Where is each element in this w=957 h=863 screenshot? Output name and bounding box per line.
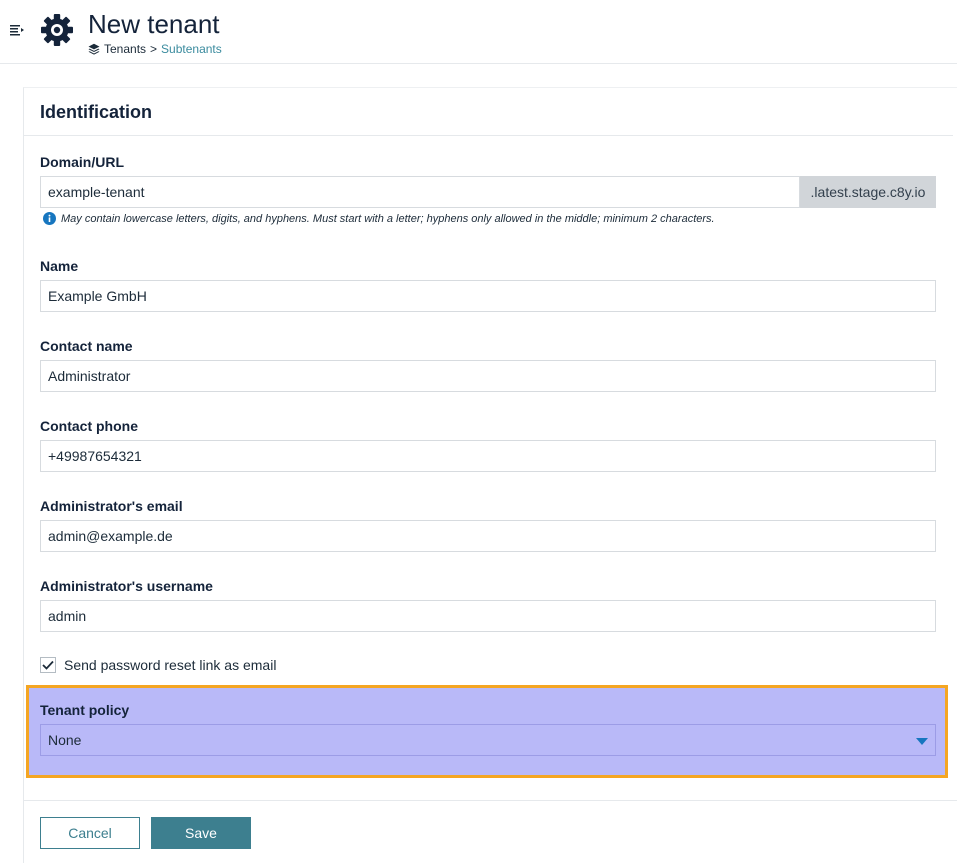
- send-reset-label: Send password reset link as email: [64, 657, 277, 673]
- admin-username-label: Administrator's username: [40, 578, 213, 594]
- admin-email-input[interactable]: [40, 520, 936, 552]
- admin-username-input[interactable]: [40, 600, 936, 632]
- breadcrumb-current[interactable]: Subtenants: [161, 42, 222, 56]
- admin-email-label: Administrator's email: [40, 498, 183, 514]
- caret-down-icon: [916, 738, 928, 745]
- check-icon: [42, 660, 54, 670]
- domain-help-text: May contain lowercase letters, digits, a…: [61, 212, 715, 225]
- name-input[interactable]: [40, 280, 936, 312]
- domain-label: Domain/URL: [40, 154, 124, 170]
- name-label: Name: [40, 258, 79, 274]
- page-title: New tenant: [88, 9, 220, 39]
- domain-help: May contain lowercase letters, digits, a…: [43, 212, 715, 225]
- tenant-policy-select[interactable]: None: [40, 724, 936, 756]
- cancel-button[interactable]: Cancel: [40, 817, 140, 849]
- breadcrumb-separator: >: [150, 42, 158, 56]
- tenant-policy-value: None: [48, 732, 82, 748]
- gear-icon: [41, 14, 73, 46]
- contact-phone-input[interactable]: [40, 440, 936, 472]
- card-divider: [24, 135, 953, 136]
- save-button[interactable]: Save: [151, 817, 251, 849]
- send-reset-row[interactable]: Send password reset link as email: [40, 657, 276, 673]
- contact-phone-label: Contact phone: [40, 418, 138, 434]
- send-reset-checkbox[interactable]: [40, 657, 56, 673]
- breadcrumb: Tenants > Subtenants: [88, 42, 222, 56]
- layers-icon: [88, 43, 100, 55]
- domain-suffix: .latest.stage.c8y.io: [800, 176, 936, 208]
- domain-input[interactable]: [40, 176, 800, 208]
- breadcrumb-root[interactable]: Tenants: [104, 42, 146, 56]
- card-title: Identification: [40, 102, 152, 122]
- footer-divider: [24, 800, 957, 801]
- page-header: New tenant Tenants > Subtenants: [0, 0, 957, 64]
- tenant-policy-label: Tenant policy: [40, 702, 130, 718]
- contact-name-input[interactable]: [40, 360, 936, 392]
- menu-toggle-icon[interactable]: [9, 22, 25, 38]
- contact-name-label: Contact name: [40, 338, 133, 354]
- info-icon: [43, 212, 56, 225]
